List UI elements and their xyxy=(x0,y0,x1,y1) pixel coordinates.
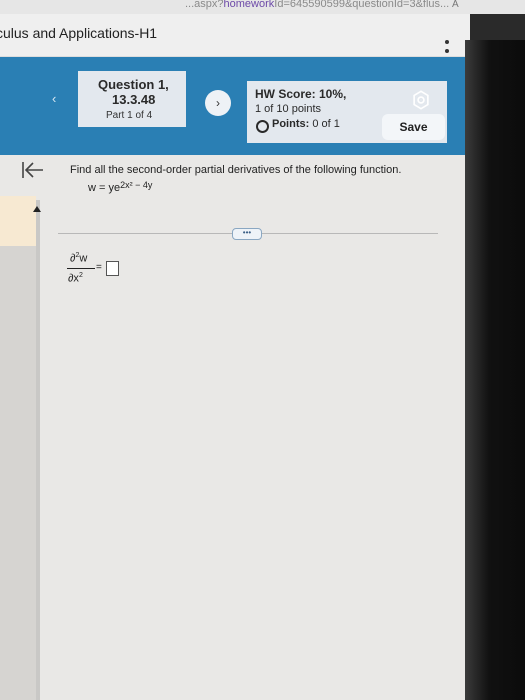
question-number: 13.3.48 xyxy=(112,92,156,107)
reader-mode-icon[interactable]: A xyxy=(452,0,459,10)
hw-score: HW Score: 10%, xyxy=(255,87,347,101)
save-button[interactable]: Save xyxy=(382,114,445,140)
device-bezel xyxy=(465,40,525,700)
app-screen: culus and Applications-H1 ‹ Question 1, … xyxy=(0,0,470,700)
second-derivative-xx: ∂2w ∂x2 = xyxy=(62,252,132,292)
answer-input[interactable] xyxy=(106,261,119,276)
question-prompt: Find all the second-order partial deriva… xyxy=(70,164,402,176)
function-base: w = ye xyxy=(88,182,121,194)
left-side-panel xyxy=(0,196,36,700)
points-circle-icon xyxy=(256,120,269,133)
course-title-bar: culus and Applications-H1 xyxy=(0,14,470,62)
question-part: Part 1 of 4 xyxy=(106,110,153,121)
question-header: ‹ Question 1, 13.3.48 Part 1 of 4 › HW S… xyxy=(0,57,465,155)
settings-gear-icon[interactable] xyxy=(410,89,432,111)
question-info[interactable]: Question 1, 13.3.48 Part 1 of 4 xyxy=(78,71,186,127)
equals-sign: = xyxy=(96,262,102,273)
function-exponent: 2x² − 4y xyxy=(120,180,153,190)
function-expression: w = ye2x² − 4y xyxy=(88,180,153,194)
hw-points-total: 1 of 10 points xyxy=(255,103,322,115)
points-label: Points: xyxy=(272,118,310,130)
url-text: ...aspx?homeworkId=645590599&questionId=… xyxy=(185,0,450,10)
previous-question-button[interactable]: ‹ xyxy=(52,91,56,106)
scroll-up-arrow-icon[interactable] xyxy=(33,206,41,212)
next-question-button[interactable]: › xyxy=(205,90,231,116)
collapse-panel-icon[interactable] xyxy=(20,160,46,180)
question-points: Points: 0 of 1 xyxy=(272,118,340,130)
browser-url-bar[interactable]: ...aspx?homeworkId=645590599&questionId=… xyxy=(0,0,525,14)
panel-tab[interactable] xyxy=(0,196,36,246)
derivative-numerator: ∂2w xyxy=(70,252,88,265)
expand-more-button[interactable]: ••• xyxy=(232,228,262,240)
fraction-bar xyxy=(67,268,95,269)
panel-resize-handle[interactable] xyxy=(33,200,41,700)
derivative-denominator: ∂x2 xyxy=(68,272,83,285)
course-title: culus and Applications-H1 xyxy=(0,25,158,41)
question-title: Question 1, xyxy=(98,77,169,92)
points-value: 0 of 1 xyxy=(312,118,340,130)
